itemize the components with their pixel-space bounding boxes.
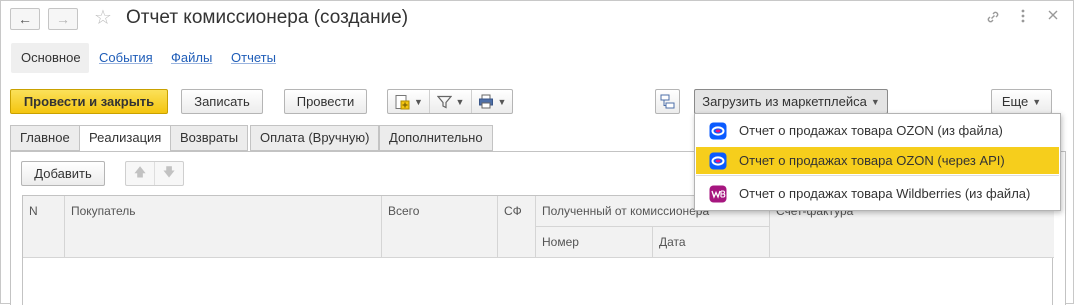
tab-main[interactable]: Главное	[10, 125, 80, 151]
chevron-down-icon: ▼	[414, 96, 423, 107]
menu-item-label: Отчет о продажах товара OZON (через API)	[739, 153, 1005, 168]
filter-button[interactable]: ▼	[430, 90, 472, 113]
chevron-down-icon: ▼	[870, 97, 880, 108]
tab-additional[interactable]: Дополнительно	[379, 125, 493, 151]
menu-item-label: Отчет о продажах товара Wildberries (из …	[739, 186, 1031, 201]
more-button[interactable]: Еще ▼	[991, 89, 1052, 114]
close-icon[interactable]	[1047, 8, 1059, 25]
menu-item-ozon-file[interactable]: Отчет о продажах товара OZON (из файла)	[696, 117, 1059, 144]
print-button[interactable]: ▼	[472, 90, 512, 113]
move-buttons: 🡅 🡇	[125, 161, 184, 186]
section-reports[interactable]: Отчеты	[221, 43, 286, 73]
column-header-buyer[interactable]: Покупатель	[65, 196, 382, 258]
section-main[interactable]: Основное	[11, 43, 89, 73]
back-button[interactable]: ←	[10, 8, 40, 30]
link-icon[interactable]	[985, 9, 1001, 29]
chevron-down-icon: ▼	[455, 96, 465, 107]
chevron-down-icon: ▼	[497, 96, 507, 107]
printer-icon	[478, 94, 493, 109]
window-title: Отчет комиссионера (создание)	[126, 7, 409, 28]
section-files[interactable]: Файлы	[161, 43, 222, 73]
arrow-right-icon: →	[56, 11, 70, 27]
column-header-sf[interactable]: СФ	[498, 196, 536, 258]
move-down-icon[interactable]: 🡇	[155, 162, 183, 185]
post-button[interactable]: Провести	[284, 89, 367, 114]
forward-button[interactable]: →	[48, 8, 78, 30]
move-up-icon[interactable]: 🡅	[126, 162, 155, 185]
load-from-marketplace-button[interactable]: Загрузить из маркетплейса ▼	[694, 89, 888, 114]
column-header-total[interactable]: Всего	[382, 196, 498, 258]
create-based-on-button[interactable]: ▼	[388, 90, 430, 113]
more-vertical-icon[interactable]	[1020, 7, 1026, 29]
structure-button[interactable]	[655, 89, 680, 114]
tab-sales[interactable]: Реализация	[79, 125, 172, 152]
column-header-n[interactable]: N	[23, 196, 65, 258]
tab-returns[interactable]: Возвраты	[170, 125, 249, 151]
favorite-star-icon[interactable]: ☆	[94, 7, 112, 29]
post-and-close-button[interactable]: Провести и закрыть	[10, 89, 168, 114]
ozon-icon	[709, 122, 727, 140]
menu-item-ozon-api[interactable]: Отчет о продажах товара OZON (через API)	[696, 147, 1059, 174]
column-header-number[interactable]: Номер	[536, 227, 653, 258]
section-events[interactable]: События	[89, 43, 163, 73]
write-button[interactable]: Записать	[181, 89, 263, 114]
more-label: Еще	[1001, 94, 1029, 109]
arrow-left-icon: ←	[18, 11, 32, 27]
column-header-date[interactable]: Дата	[653, 227, 770, 258]
document-window: ← → ☆ Отчет комиссионера (создание) Осно…	[0, 0, 1074, 305]
document-plus-icon	[395, 94, 410, 109]
wildberries-icon	[709, 185, 727, 203]
marketplace-dropdown-menu: Отчет о продажах товара OZON (из файла) …	[694, 113, 1061, 211]
tab-payment-manual[interactable]: Оплата (Вручную)	[250, 125, 380, 151]
ozon-icon	[709, 152, 727, 170]
load-from-marketplace-label: Загрузить из маркетплейса	[702, 94, 867, 109]
chevron-down-icon: ▼	[1032, 97, 1042, 108]
menu-item-wildberries-file[interactable]: Отчет о продажах товара Wildberries (из …	[696, 180, 1059, 207]
hierarchy-icon	[660, 94, 675, 109]
menu-separator	[696, 175, 1059, 176]
toolbar-dropdown-group: ▼ ▼ ▼	[387, 89, 513, 114]
menu-item-label: Отчет о продажах товара OZON (из файла)	[739, 123, 1003, 138]
sales-table[interactable]: N Покупатель Всего СФ Полученный от коми…	[22, 195, 1054, 305]
add-row-button[interactable]: Добавить	[21, 161, 105, 186]
filter-icon	[436, 95, 452, 108]
